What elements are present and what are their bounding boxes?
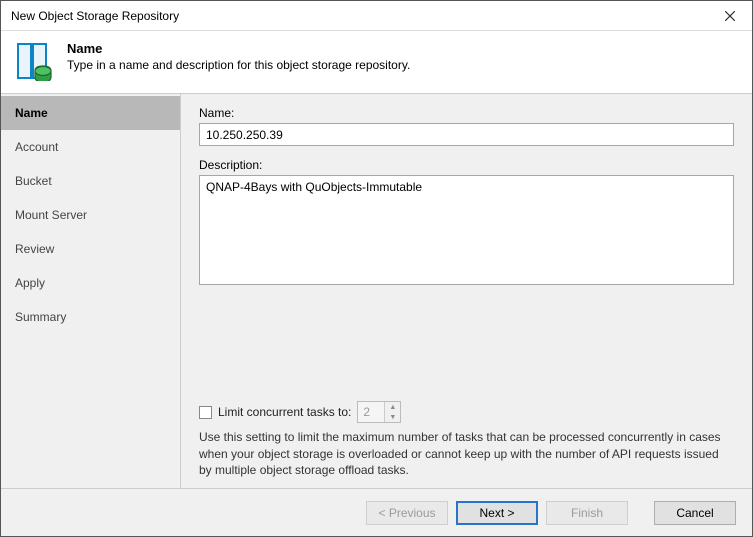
wizard-header: Name Type in a name and description for …: [1, 31, 752, 94]
spinner-down[interactable]: ▼: [385, 412, 400, 422]
step-name[interactable]: Name: [1, 96, 180, 130]
previous-button: < Previous: [366, 501, 448, 525]
step-review[interactable]: Review: [1, 232, 180, 266]
header-text: Name Type in a name and description for …: [67, 41, 410, 72]
header-subtitle: Type in a name and description for this …: [67, 58, 410, 72]
limit-spinner[interactable]: 2 ▲ ▼: [357, 401, 401, 423]
cancel-button[interactable]: Cancel: [654, 501, 736, 525]
close-icon: [725, 11, 735, 21]
next-button[interactable]: Next >: [456, 501, 538, 525]
window-title: New Object Storage Repository: [11, 9, 179, 23]
step-bucket[interactable]: Bucket: [1, 164, 180, 198]
wizard-body: Name Account Bucket Mount Server Review …: [1, 94, 752, 488]
step-account[interactable]: Account: [1, 130, 180, 164]
spinner-up[interactable]: ▲: [385, 402, 400, 412]
name-input[interactable]: [199, 123, 734, 146]
dialog-window: New Object Storage Repository Name Type …: [0, 0, 753, 537]
description-label: Description:: [199, 158, 734, 172]
storage-icon: [15, 41, 55, 81]
step-apply[interactable]: Apply: [1, 266, 180, 300]
limit-row: Limit concurrent tasks to: 2 ▲ ▼: [199, 391, 734, 423]
limit-help-text: Use this setting to limit the maximum nu…: [199, 429, 734, 478]
finish-button: Finish: [546, 501, 628, 525]
step-mount-server[interactable]: Mount Server: [1, 198, 180, 232]
titlebar: New Object Storage Repository: [1, 1, 752, 31]
spinner-buttons: ▲ ▼: [384, 402, 400, 422]
name-label: Name:: [199, 106, 734, 120]
wizard-footer: < Previous Next > Finish Cancel: [1, 488, 752, 536]
limit-value: 2: [358, 402, 384, 422]
header-title: Name: [67, 41, 410, 56]
limit-checkbox[interactable]: [199, 406, 212, 419]
limit-checkbox-label: Limit concurrent tasks to:: [218, 405, 351, 419]
close-button[interactable]: [707, 1, 752, 31]
step-summary[interactable]: Summary: [1, 300, 180, 334]
wizard-steps: Name Account Bucket Mount Server Review …: [1, 94, 181, 488]
wizard-content: Name: Description: Limit concurrent task…: [181, 94, 752, 488]
description-input[interactable]: [199, 175, 734, 285]
